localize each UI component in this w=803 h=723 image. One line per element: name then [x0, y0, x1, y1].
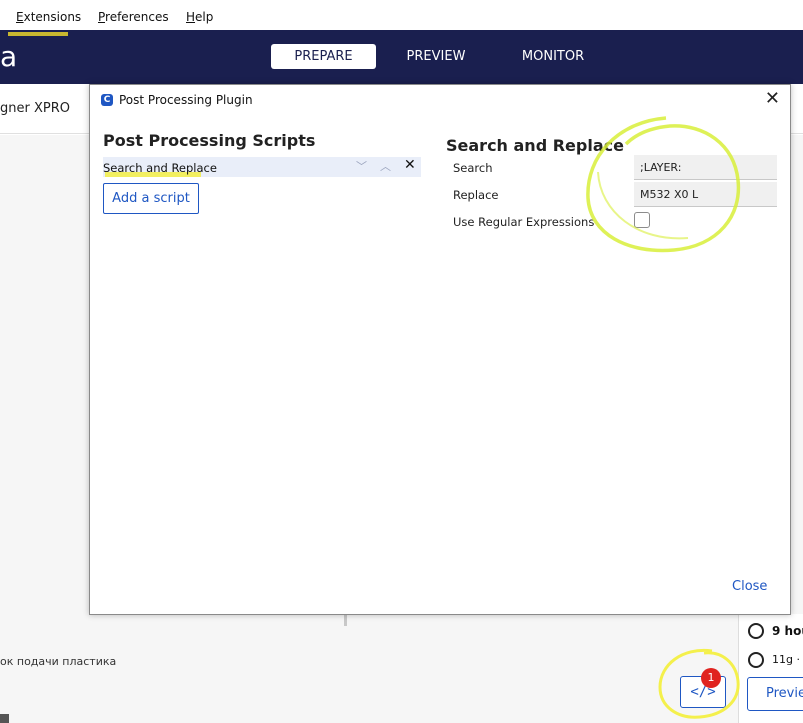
menu-help[interactable]: Help [186, 10, 213, 24]
tab-preview[interactable]: PREVIEW [400, 44, 472, 69]
printer-selector[interactable]: gner XPRO [0, 101, 70, 116]
print-time: 9 hou [772, 624, 803, 638]
dialog-title: Post Processing Plugin [119, 93, 253, 107]
search-label: Search [453, 161, 493, 175]
script-settings-heading: Search and Replace [446, 136, 624, 155]
add-script-button[interactable]: Add a script [103, 183, 199, 214]
spool-icon [748, 652, 764, 668]
logo-highlight [8, 32, 68, 36]
close-icon[interactable]: ✕ [765, 90, 780, 108]
menu-preferences[interactable]: Preferences [98, 10, 169, 24]
menu-extensions[interactable]: Extensions [16, 10, 81, 24]
move-up-icon[interactable]: ︿ [380, 158, 391, 174]
notification-badge: 1 [701, 668, 721, 688]
tab-prepare[interactable]: PREPARE [271, 44, 376, 69]
splitter-handle[interactable] [344, 614, 347, 626]
close-button[interactable]: Close [732, 579, 767, 594]
post-processing-dialog: C Post Processing Plugin ✕ Post Processi… [89, 84, 791, 615]
script-label: Search and Replace [103, 161, 217, 175]
extruder-status-text: ок подачи пластика [0, 655, 117, 668]
regex-label: Use Regular Expressions [453, 215, 595, 229]
script-list-item[interactable]: Search and Replace ﹀ ︿ ✕ [103, 157, 421, 177]
clock-icon [748, 623, 764, 639]
search-input[interactable]: ;LAYER: [634, 155, 777, 180]
scripts-heading: Post Processing Scripts [103, 131, 316, 150]
move-down-icon[interactable]: ﹀ [356, 158, 367, 174]
corner-icon [0, 714, 9, 723]
dialog-title-bar[interactable]: C Post Processing Plugin ✕ [90, 85, 790, 115]
material-usage: 11g · 3 [772, 653, 803, 666]
app-logo: a [0, 40, 18, 73]
tab-monitor[interactable]: MONITOR [514, 44, 592, 69]
remove-script-icon[interactable]: ✕ [404, 157, 416, 173]
replace-input[interactable]: M532 X0 L [634, 182, 777, 207]
preview-button[interactable]: Previe [747, 677, 803, 711]
menu-bar: Extensions Preferences Help [0, 0, 803, 30]
replace-label: Replace [453, 188, 499, 202]
app-header: a PREPARE PREVIEW MONITOR [0, 30, 803, 84]
cura-app-icon: C [101, 94, 113, 106]
regex-checkbox[interactable] [634, 212, 650, 228]
